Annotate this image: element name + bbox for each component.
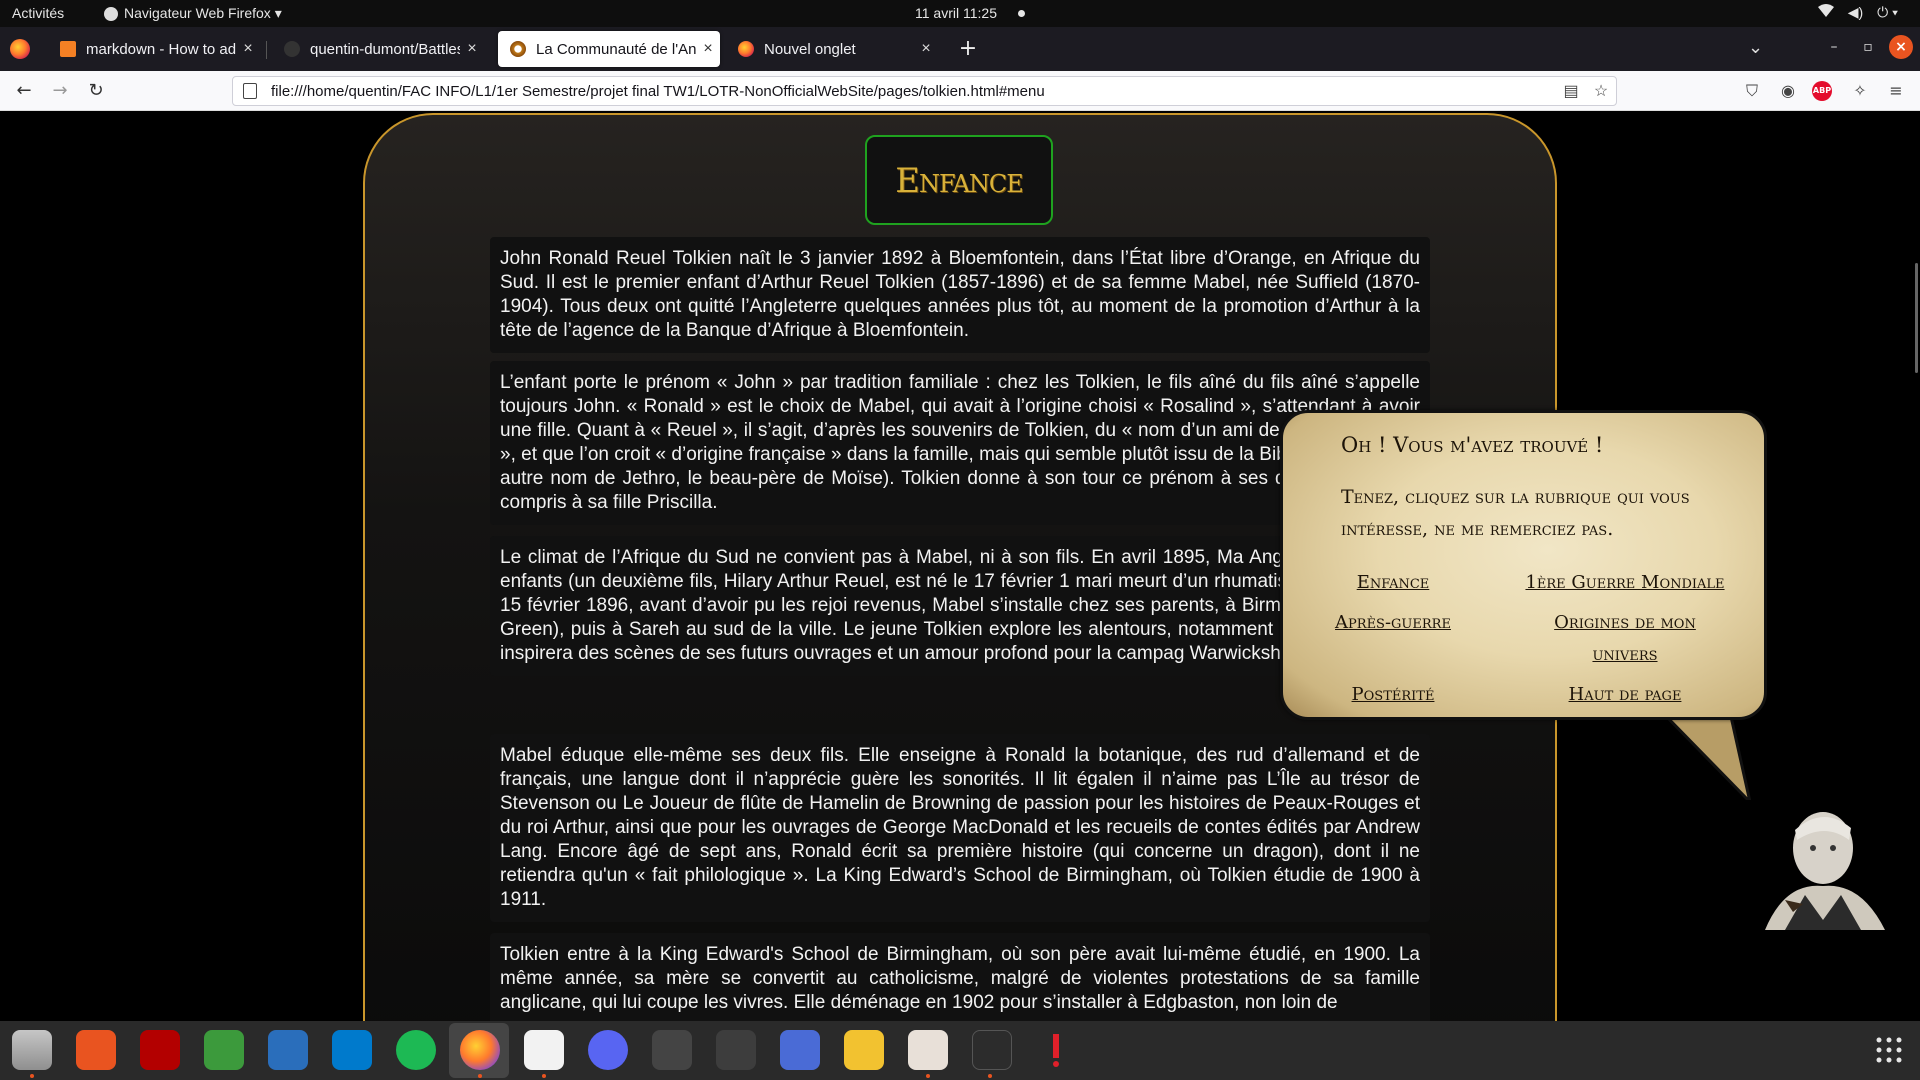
tab-label: quentin-dumont/Battles <box>310 40 460 58</box>
vscode-icon[interactable] <box>332 1030 372 1070</box>
bubble-greeting: Oh ! Vous m'avez trouvé ! <box>1341 433 1604 457</box>
menu-link-enfance[interactable]: Enfance <box>1313 567 1473 599</box>
stackoverflow-icon <box>60 41 76 57</box>
firefox-icon <box>738 41 754 57</box>
wifi-icon <box>1817 4 1834 21</box>
clock[interactable]: 11 avril 11:25 <box>915 5 997 21</box>
close-tab-icon[interactable]: × <box>460 40 484 58</box>
pocket-icon[interactable]: ⛉ <box>1740 79 1764 103</box>
running-indicator <box>542 1074 546 1078</box>
screenshot-icon[interactable] <box>780 1030 820 1070</box>
navigation-bubble: Oh ! Vous m'avez trouvé ! Tenez, cliquez… <box>1280 410 1767 720</box>
volume-icon: ◀) <box>1847 4 1864 20</box>
url-text[interactable]: file:///home/quentin/FAC INFO/L1/1er Sem… <box>271 83 1556 100</box>
app-menu-label: Navigateur Web Firefox ▾ <box>124 5 282 21</box>
tab-markdown[interactable]: markdown - How to add i × <box>48 31 260 67</box>
running-indicator <box>988 1074 992 1078</box>
new-tab-button[interactable]: + <box>954 35 982 63</box>
restore-icon[interactable]: ▫ <box>1856 35 1880 59</box>
close-tab-icon[interactable]: × <box>696 40 720 58</box>
files-icon[interactable] <box>12 1030 52 1070</box>
firefox-view-icon[interactable] <box>10 39 30 59</box>
firefox-small-icon <box>104 6 118 21</box>
hamburger-menu-icon[interactable]: ≡ <box>1884 79 1908 103</box>
show-applications-icon[interactable] <box>1874 1035 1904 1065</box>
app-center-icon[interactable] <box>76 1030 116 1070</box>
ubuntu-dock <box>0 1021 1920 1080</box>
tab-nouvel-onglet[interactable]: Nouvel onglet × <box>726 31 938 67</box>
ring-favicon-icon <box>510 41 526 57</box>
cloud-download-icon[interactable] <box>204 1030 244 1070</box>
calculator-icon[interactable] <box>844 1030 884 1070</box>
url-bar[interactable]: file:///home/quentin/FAC INFO/L1/1er Sem… <box>232 76 1617 106</box>
tab-label: markdown - How to add i <box>86 40 236 58</box>
paragraph: Mabel éduque elle-même ses deux fils. El… <box>490 734 1430 922</box>
page-icon <box>243 83 257 99</box>
system-tray[interactable]: ◀) ⏻ ▾ <box>1817 4 1898 21</box>
libreoffice-writer-icon[interactable] <box>268 1030 308 1070</box>
tab-separator <box>266 41 267 59</box>
forward-icon[interactable]: → <box>48 79 72 103</box>
running-indicator <box>30 1074 34 1078</box>
paragraph: Tolkien entre à la King Edward's School … <box>490 933 1430 1021</box>
power-icon: ⏻ ▾ <box>1877 4 1898 20</box>
list-all-tabs-icon[interactable]: ⌄ <box>1748 37 1763 58</box>
menu-link-ww1[interactable]: 1ère Guerre Mondiale <box>1505 567 1745 599</box>
menu-link-haut-de-page[interactable]: Haut de page <box>1545 679 1705 711</box>
tab-label: Nouvel onglet <box>764 40 856 58</box>
close-tab-icon[interactable]: × <box>914 40 938 58</box>
menu-link-origines[interactable]: Origines de mon univers <box>1533 607 1717 671</box>
window-close-icon[interactable]: × <box>1889 35 1913 59</box>
bookmark-star-icon[interactable]: ☆ <box>1586 81 1616 101</box>
app-menu[interactable]: Navigateur Web Firefox ▾ <box>104 5 282 22</box>
navigation-toolbar: ← → ↻ file:///home/quentin/FAC INFO/L1/1… <box>0 71 1920 111</box>
paragraph: John Ronald Reuel Tolkien naît le 3 janv… <box>490 237 1430 353</box>
tab-label: La Communauté de l'Ann <box>536 40 696 58</box>
tolkien-portrait-image[interactable] <box>1745 800 1895 930</box>
document-viewer-icon[interactable] <box>908 1030 948 1070</box>
filezilla-icon[interactable] <box>140 1030 180 1070</box>
text-editor-icon[interactable] <box>524 1030 564 1070</box>
geogebra-icon[interactable] <box>652 1030 692 1070</box>
tab-communaute[interactable]: La Communauté de l'Ann × <box>498 31 720 67</box>
extensions-icon[interactable]: ✧ <box>1848 79 1872 103</box>
gnome-top-bar: Activités Navigateur Web Firefox ▾ 11 av… <box>0 0 1920 27</box>
reload-icon[interactable]: ↻ <box>84 79 108 103</box>
page-scrollbar[interactable] <box>1915 263 1918 373</box>
tab-strip: markdown - How to add i × quentin-dumont… <box>0 27 1920 71</box>
adblock-plus-icon[interactable]: ABP <box>1812 81 1832 101</box>
notification-dot <box>1018 10 1025 17</box>
account-icon[interactable]: ◉ <box>1776 79 1800 103</box>
spotify-icon[interactable] <box>396 1030 436 1070</box>
menu-link-posterite[interactable]: Postérité <box>1313 679 1473 711</box>
activities-button[interactable]: Activités <box>12 5 64 21</box>
gimp-icon[interactable] <box>716 1030 756 1070</box>
back-icon[interactable]: ← <box>12 79 36 103</box>
tab-github[interactable]: quentin-dumont/Battles × <box>272 31 484 67</box>
minimize-icon[interactable]: – <box>1822 35 1846 59</box>
reader-view-icon[interactable]: ▤ <box>1556 81 1586 101</box>
terminal-icon[interactable] <box>972 1030 1012 1070</box>
running-indicator <box>478 1074 482 1078</box>
close-tab-icon[interactable]: × <box>236 40 260 58</box>
discord-icon[interactable] <box>588 1030 628 1070</box>
bubble-tail <box>1660 712 1753 807</box>
section-title: Enfance <box>865 135 1053 225</box>
alert-icon[interactable] <box>1036 1030 1076 1070</box>
github-icon <box>284 41 300 57</box>
bubble-intro: Tenez, cliquez sur la rubrique qui vous … <box>1341 486 1690 540</box>
menu-link-apres-guerre[interactable]: Après-guerre <box>1303 607 1483 639</box>
running-indicator <box>926 1074 930 1078</box>
firefox-icon[interactable] <box>460 1030 500 1070</box>
